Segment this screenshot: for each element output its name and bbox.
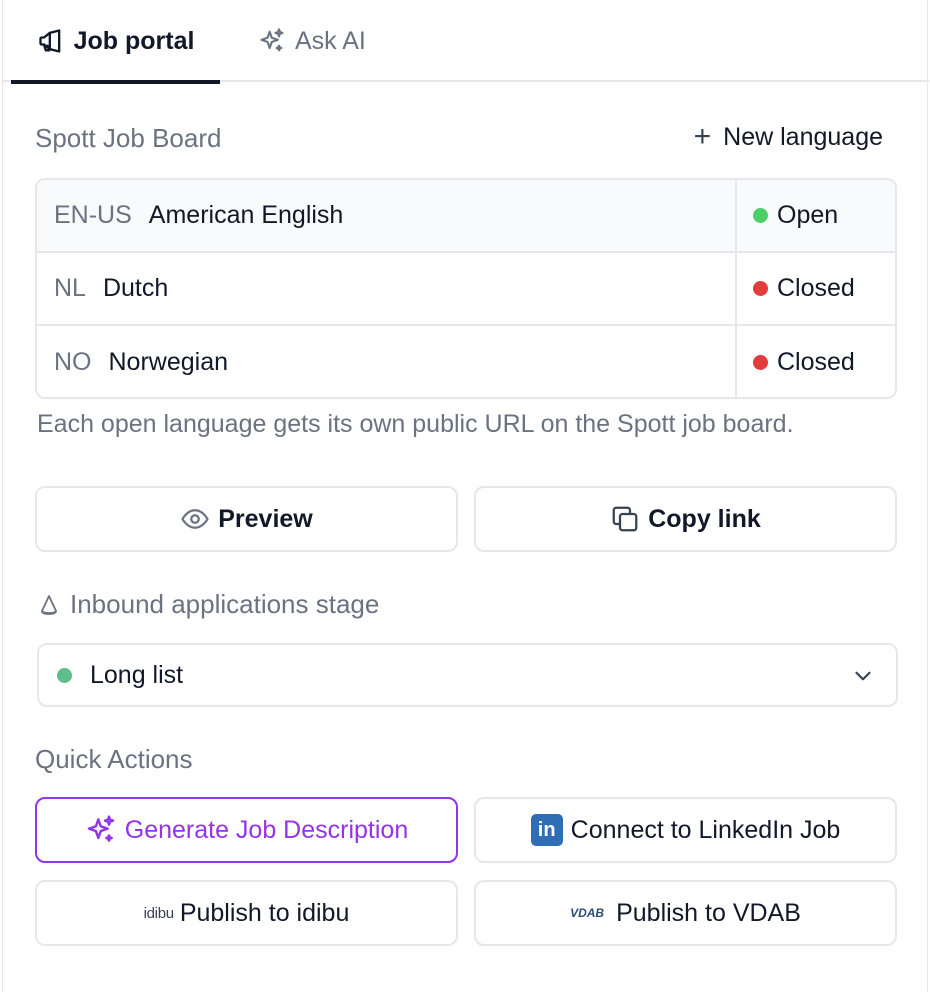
language-code: NO xyxy=(54,348,92,376)
job-board-title: Spott Job Board xyxy=(35,123,222,153)
status-label: Closed xyxy=(777,274,855,302)
eye-icon xyxy=(180,504,210,534)
language-code: NL xyxy=(54,274,86,302)
language-name: Norwegian xyxy=(108,348,229,376)
quick-actions-title: Quick Actions xyxy=(35,744,193,774)
tab-bar: Job portal Ask AI xyxy=(3,0,929,84)
cone-icon xyxy=(37,593,61,617)
tab-ask-ai[interactable]: Ask AI xyxy=(258,0,366,82)
publish-idibu-button[interactable]: idibu Publish to idibu xyxy=(35,880,458,946)
status-label: Closed xyxy=(777,348,855,376)
vdab-logo: VDAB xyxy=(570,906,605,920)
new-language-button[interactable]: + New language xyxy=(694,122,883,152)
language-row-en-us[interactable]: EN-US American English Open xyxy=(37,180,895,253)
chevron-down-icon xyxy=(850,663,876,689)
stage-dot-icon xyxy=(57,667,72,683)
copy-icon xyxy=(610,504,640,534)
status-cell[interactable]: Closed xyxy=(737,326,895,397)
generate-job-description-button[interactable]: Generate Job Description xyxy=(35,797,458,863)
status-label: Open xyxy=(777,201,839,229)
tab-ask-ai-label: Ask AI xyxy=(295,26,366,55)
idibu-label: Publish to idibu xyxy=(179,898,350,927)
status-dot-icon xyxy=(753,281,768,296)
generate-label: Generate Job Description xyxy=(124,815,409,844)
sparkles-icon xyxy=(85,814,117,846)
preview-button[interactable]: Preview xyxy=(35,486,458,552)
status-dot-icon xyxy=(753,208,768,223)
copy-link-label: Copy link xyxy=(648,504,761,533)
languages-table: EN-US American English Open NL Dutch Clo… xyxy=(35,178,897,399)
language-row-nl[interactable]: NL Dutch Closed xyxy=(37,253,895,326)
megaphone-icon xyxy=(37,27,65,55)
status-cell[interactable]: Closed xyxy=(737,253,895,324)
tab-job-portal[interactable]: Job portal xyxy=(11,0,220,84)
vdab-label: Publish to VDAB xyxy=(616,898,801,927)
helper-text: Each open language gets its own public U… xyxy=(37,410,794,438)
language-cell: NL Dutch xyxy=(37,253,737,324)
idibu-logo: idibu xyxy=(143,904,175,922)
preview-label: Preview xyxy=(218,504,313,533)
new-language-label: New language xyxy=(723,122,883,151)
inbound-stage-label: Inbound applications stage xyxy=(37,589,379,620)
linkedin-label: Connect to LinkedIn Job xyxy=(570,815,841,844)
connect-linkedin-button[interactable]: in Connect to LinkedIn Job xyxy=(474,797,897,863)
language-name: Dutch xyxy=(102,274,169,302)
language-cell: EN-US American English xyxy=(37,180,737,251)
plus-icon: + xyxy=(693,120,712,153)
job-portal-panel: Job portal Ask AI Spott Job Board + New … xyxy=(2,0,929,992)
linkedin-icon: in xyxy=(530,814,563,846)
language-name: American English xyxy=(148,201,344,229)
inbound-stage-select[interactable]: Long list xyxy=(37,643,898,707)
language-row-no[interactable]: NO Norwegian Closed xyxy=(37,326,895,397)
copy-link-button[interactable]: Copy link xyxy=(474,486,897,552)
status-dot-icon xyxy=(753,355,768,370)
tab-job-portal-label: Job portal xyxy=(73,26,195,55)
language-cell: NO Norwegian xyxy=(37,326,737,397)
publish-vdab-button[interactable]: VDAB Publish to VDAB xyxy=(474,880,897,946)
status-cell[interactable]: Open xyxy=(737,180,895,251)
language-code: EN-US xyxy=(54,201,132,229)
inbound-stage-text: Inbound applications stage xyxy=(70,589,380,619)
sparkles-icon xyxy=(258,27,286,55)
inbound-stage-value: Long list xyxy=(90,660,184,689)
